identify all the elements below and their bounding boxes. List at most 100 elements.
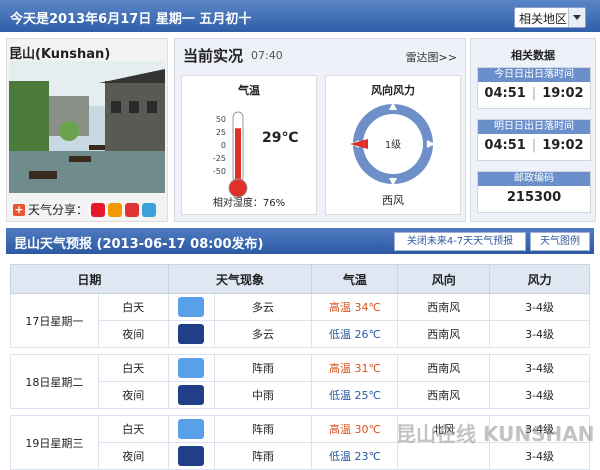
city-photo (9, 61, 165, 193)
related-data-title: 相关数据 (511, 49, 555, 62)
temp-label: 高温 (328, 423, 351, 436)
sun-today-times: 04:51 | 19:02 (484, 86, 584, 101)
sun-tomorrow-block: 明日日出日落时间 04:51 | 19:02 (477, 119, 591, 161)
forecast-header: 昆山天气预报 (2013-06-17 08:00发布) 关闭未来4-7天天气预报… (6, 228, 594, 254)
top-bar: 今天是2013年6月17日 星期一 五月初十 相关地区 (0, 0, 600, 32)
current-temperature: 29℃ (262, 130, 299, 146)
observation-time: 07:40 (251, 49, 283, 62)
wind-compass-icon: 1级 (350, 102, 435, 186)
weather-legend-button[interactable]: 天气图例 (530, 232, 590, 251)
qzone-icon[interactable] (142, 202, 157, 217)
sunset-today: 19:02 (542, 86, 584, 101)
weather-text: 阵雨 (213, 442, 313, 470)
period: 白天 (97, 293, 169, 321)
temp-value: 34℃ (354, 301, 381, 314)
temp-label: 低温 (328, 450, 351, 463)
sun-today-block: 今日日出日落时间 04:51 | 19:02 (477, 67, 591, 109)
today-date: 今天是2013年6月17日 星期一 五月初十 (10, 12, 252, 27)
period: 夜间 (97, 442, 169, 470)
weather-share: + 天气分享： (13, 201, 157, 218)
sun-tomorrow-label: 明日日出日落时间 (478, 120, 590, 134)
col-wind-dir: 风向 (397, 264, 491, 294)
table-row: 17日星期一 白天 多云 高温 34℃ 西南风 3-4级 (10, 293, 590, 348)
related-data-panel: 相关数据 今日日出日落时间 04:51 | 19:02 明日日出日落时间 04:51… (470, 38, 596, 222)
wind-card: 风向风力 1级 西风 (325, 75, 461, 215)
forecast-date: 19日星期三 (10, 415, 99, 470)
thermo-tick: 50 (216, 115, 226, 124)
period: 白天 (97, 415, 169, 443)
col-temp: 气温 (311, 264, 399, 294)
forecast-date: 18日星期二 (10, 354, 99, 409)
weather-text: 阵雨 (213, 354, 313, 382)
wind-direction: 西风 (382, 194, 404, 207)
wind-force: 3-4级 (489, 381, 590, 409)
shower-icon (178, 419, 205, 439)
moderate-rain-icon (178, 385, 205, 405)
forecast-date: 17日星期一 (10, 293, 99, 348)
temp-label: 高温 (328, 301, 351, 314)
forecast-title: 昆山天气预报 (2013-06-17 08:00发布) (14, 237, 264, 252)
table-row: 18日星期二 白天 阵雨 高温 31℃ 西南风 3-4级 (10, 354, 590, 409)
region-select-value: 相关地区 (519, 12, 568, 26)
zip-label: 邮政编码 (478, 172, 590, 186)
thermo-tick: -25 (213, 154, 226, 163)
current-conditions: 当前实况 07:40 雷达图>> 气温 50 25 0 -25 -50 29℃ … (174, 38, 466, 222)
period: 夜间 (97, 320, 169, 348)
table-row: 夜间 多云 低温 26℃ 西南风 3-4级 (11, 320, 590, 348)
sunrise-tomorrow: 04:51 (484, 138, 526, 153)
plus-icon[interactable]: + (13, 203, 25, 216)
wind-force: 3-4级 (489, 293, 590, 321)
weather-text: 阵雨 (213, 415, 313, 443)
zip-block: 邮政编码 215300 (477, 171, 591, 213)
zip-code: 215300 (506, 190, 562, 205)
thermo-tick: -50 (213, 167, 226, 176)
weather-text: 多云 (213, 293, 313, 321)
col-wind-force: 风力 (489, 264, 590, 294)
temp-value: 26℃ (354, 328, 381, 341)
wind-level: 1级 (385, 139, 401, 151)
col-date: 日期 (10, 264, 169, 294)
shower-icon (178, 358, 205, 378)
weather-text: 多云 (213, 320, 313, 348)
wind-dir: 西南风 (397, 320, 491, 348)
watermark: 昆山在线 KUNSHAN BBS (396, 422, 600, 446)
tencent-weibo-icon[interactable] (108, 202, 123, 217)
weibo-icon[interactable] (91, 202, 106, 217)
renren-icon[interactable] (125, 202, 140, 217)
temp-value: 31℃ (354, 362, 381, 375)
col-phenomenon: 天气现象 (167, 264, 313, 294)
thermo-tick: 0 (221, 141, 226, 150)
sunrise-today: 04:51 (484, 86, 526, 101)
city-name: 昆山(Kunshan) (9, 47, 111, 62)
close-extended-forecast-button[interactable]: 关闭未来4-7天天气预报 (394, 232, 526, 251)
current-conditions-title: 当前实况 (183, 47, 244, 65)
temp-label: 低温 (328, 328, 351, 341)
share-label: 天气分享： (28, 203, 89, 217)
cloudy-night-icon (178, 324, 205, 344)
region-select[interactable]: 相关地区 (514, 7, 586, 28)
wind-dir: 西南风 (397, 381, 491, 409)
temp-value: 25℃ (354, 389, 381, 402)
wind-dir: 西南风 (397, 354, 491, 382)
wind-force: 3-4级 (489, 354, 590, 382)
temperature-title: 气温 (238, 84, 260, 97)
temp-label: 高温 (328, 362, 351, 375)
temp-label: 低温 (328, 389, 351, 402)
thermo-tick: 25 (216, 128, 226, 137)
period: 白天 (97, 354, 169, 382)
shower-night-icon (178, 446, 205, 466)
temperature-card: 气温 50 25 0 -25 -50 29℃ 相对湿度：76% (181, 75, 317, 215)
weather-text: 中雨 (213, 381, 313, 409)
table-row: 夜间 中雨 低温 25℃ 西南风 3-4级 (11, 381, 590, 409)
relative-humidity: 相对湿度：76% (212, 198, 286, 209)
wind-dir: 西南风 (397, 293, 491, 321)
wind-force: 3-4级 (489, 320, 590, 348)
city-panel: 昆山(Kunshan) + 天气分享： (6, 38, 168, 222)
chevron-down-icon[interactable] (568, 8, 585, 27)
wind-title: 风向风力 (371, 84, 415, 97)
temp-value: 23℃ (354, 450, 381, 463)
partly-cloudy-day-icon (178, 297, 205, 317)
sun-tomorrow-times: 04:51 | 19:02 (484, 138, 584, 153)
period: 夜间 (97, 381, 169, 409)
radar-link[interactable]: 雷达图>> (406, 49, 457, 65)
